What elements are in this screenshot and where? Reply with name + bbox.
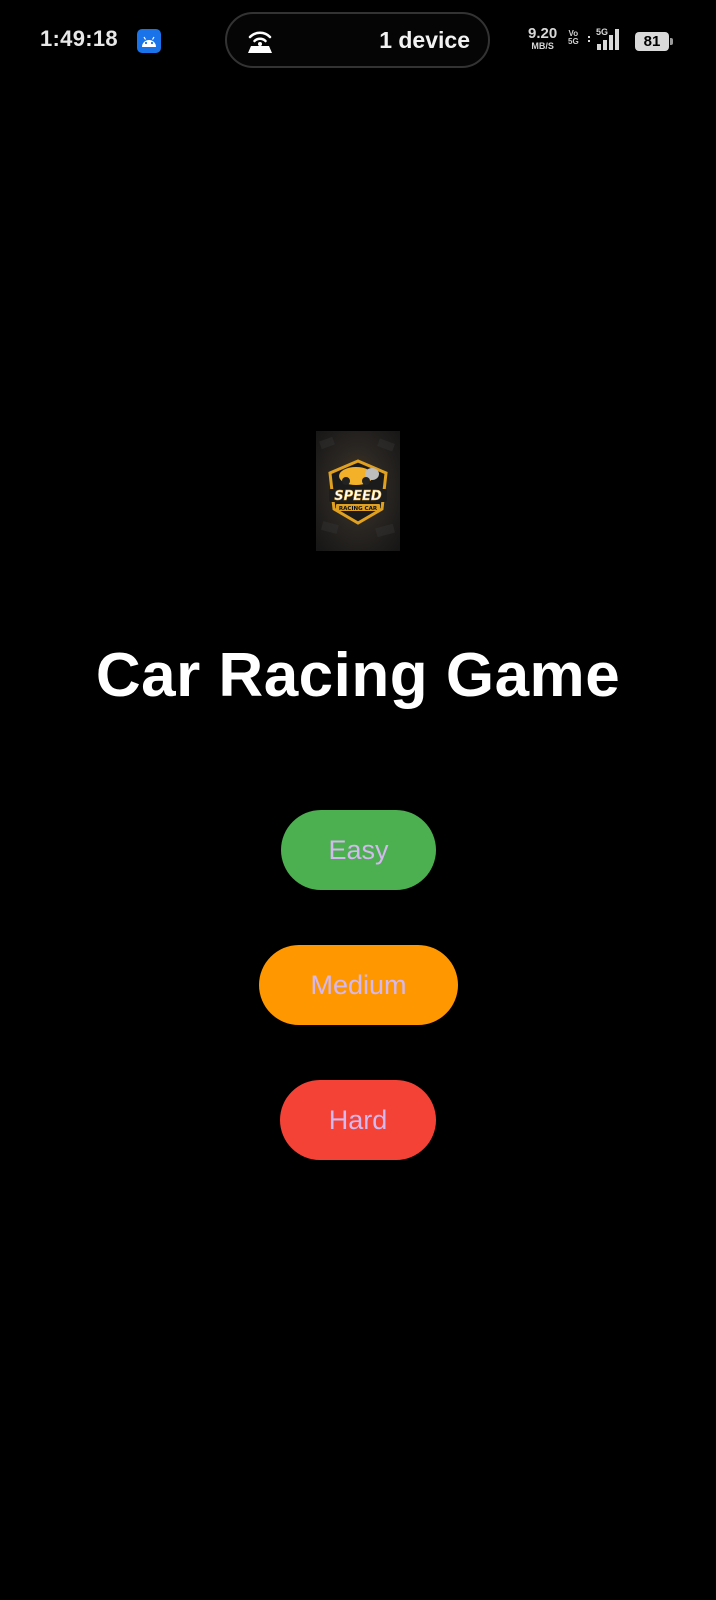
logo-text: SPEED: [334, 489, 382, 504]
hotspot-icon: [245, 27, 275, 55]
easy-button[interactable]: Easy: [281, 810, 436, 890]
status-bar: 1:49:18 1 device 9.20 MB/S Vo 5G 5G 81: [0, 0, 716, 82]
hotspot-pill[interactable]: 1 device: [225, 12, 490, 68]
network-speed-unit: MB/S: [531, 41, 554, 51]
network-speed: 9.20 MB/S: [528, 26, 557, 51]
network-speed-value: 9.20: [528, 25, 558, 42]
logo-subtext: RACING CAR: [339, 506, 378, 512]
hard-button[interactable]: Hard: [280, 1080, 436, 1160]
volte-indicator: Vo 5G: [568, 29, 579, 47]
page-title: Car Racing Game: [95, 641, 621, 710]
status-time: 1:49:18: [40, 26, 118, 51]
battery-level: 81: [643, 33, 661, 50]
medium-button[interactable]: Medium: [259, 945, 458, 1025]
signal-bars-icon: 5G: [586, 26, 626, 52]
volte-bottom: 5G: [568, 37, 579, 47]
battery-icon: 81: [635, 32, 673, 51]
speed-racing-car-logo: SPEED RACING CAR: [316, 431, 400, 551]
android-icon: [137, 29, 161, 53]
device-count: 1 device: [379, 27, 470, 53]
